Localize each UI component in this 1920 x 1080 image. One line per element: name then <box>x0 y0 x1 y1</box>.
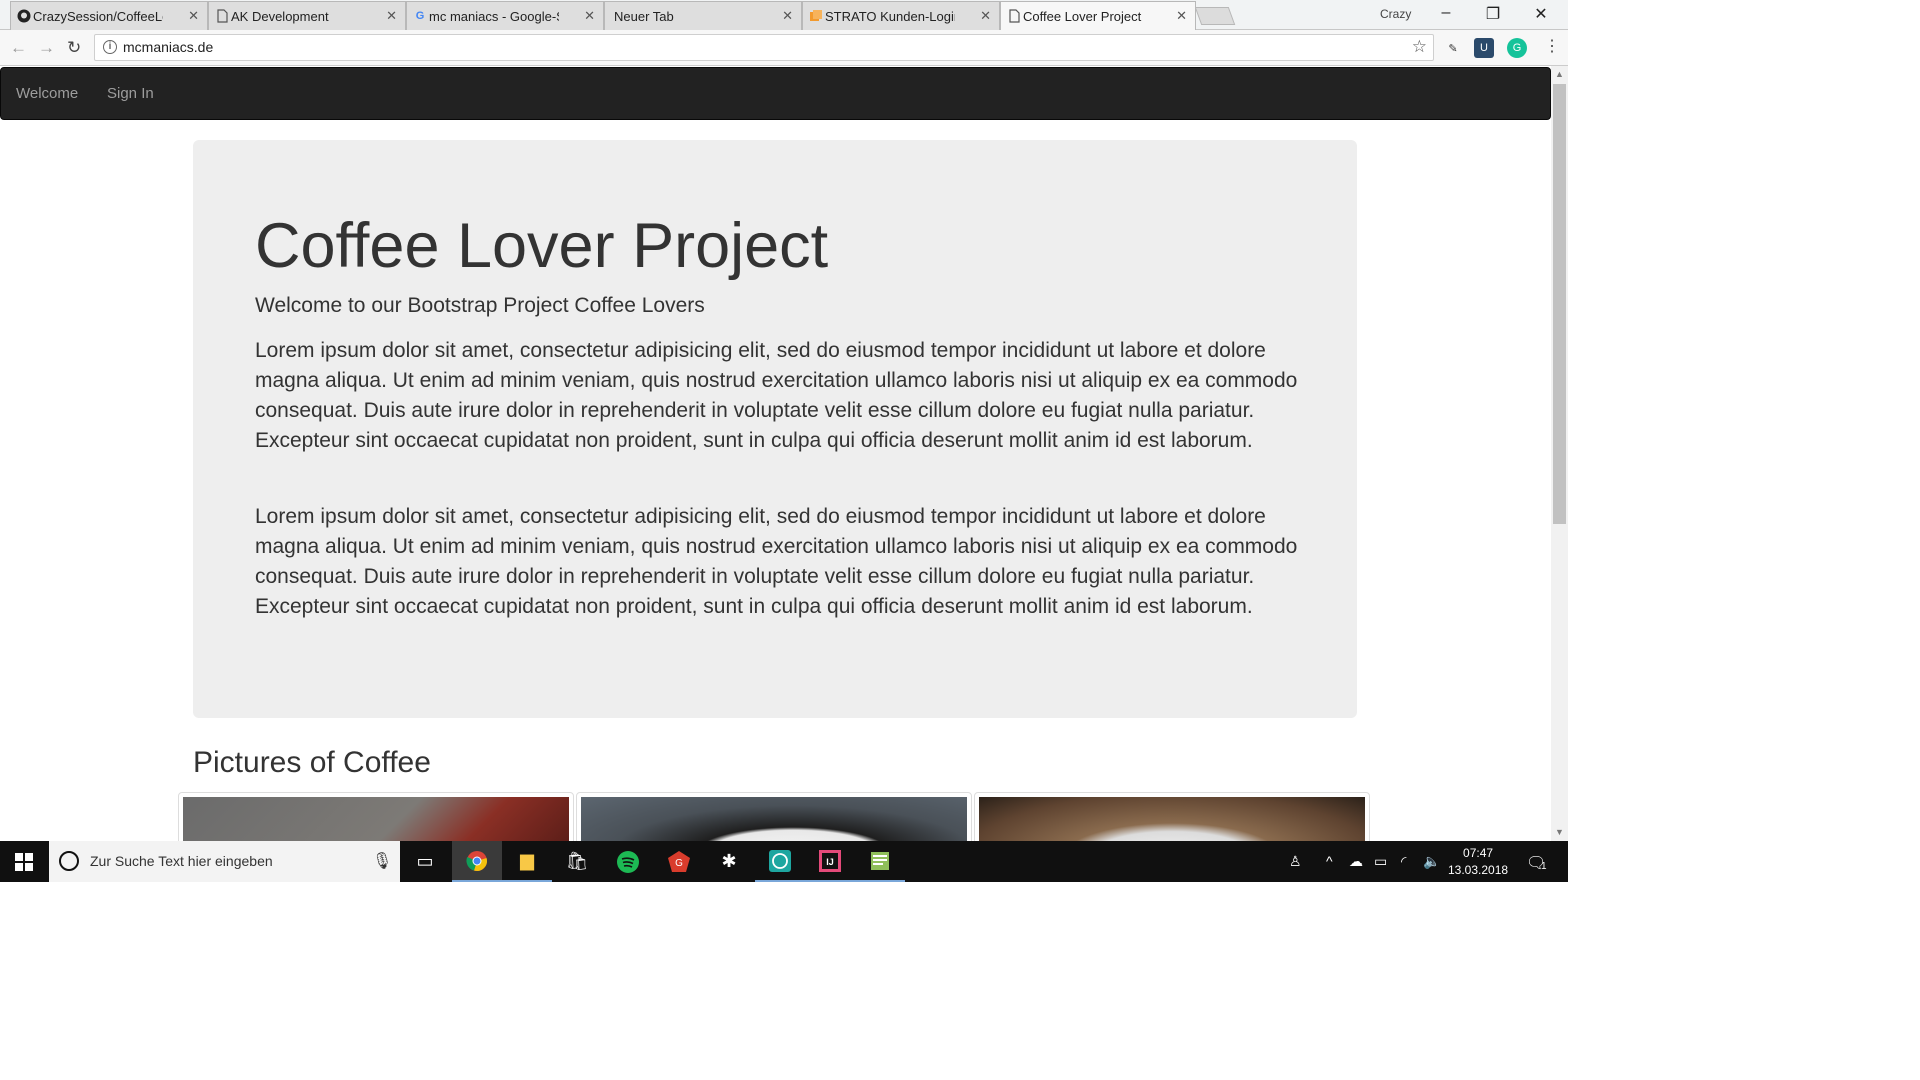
tab-label: STRATO Kunden-Login <box>825 8 955 24</box>
coffee-picture-2[interactable] <box>576 792 972 841</box>
coffee-image <box>581 797 967 841</box>
google-icon: G <box>415 10 425 22</box>
slack-icon[interactable]: ✱ <box>704 841 754 882</box>
close-icon[interactable]: ✕ <box>1176 8 1187 24</box>
microphone-icon[interactable]: 🎙 <box>372 851 392 871</box>
tab-github[interactable]: CrazySession/CoffeeLove ✕ <box>10 1 208 30</box>
clock-date: 13.03.2018 <box>1448 863 1509 877</box>
scrollbar-thumb[interactable] <box>1553 84 1566 524</box>
whatsapp-icon[interactable] <box>755 841 805 882</box>
scroll-down-arrow-icon[interactable]: ▼ <box>1555 827 1564 837</box>
reload-icon[interactable]: ↻ <box>67 38 81 58</box>
page-icon <box>1007 9 1021 23</box>
tab-label: Coffee Lover Project <box>1023 8 1142 24</box>
search-placeholder[interactable]: Zur Suche Text hier eingeben <box>90 853 273 869</box>
pictures-heading: Pictures of Coffee <box>193 746 431 779</box>
back-icon[interactable]: ← <box>10 38 27 58</box>
eyedropper-extension-icon[interactable]: ✎ <box>1443 38 1463 58</box>
store-icon[interactable]: 🛍 <box>552 841 602 882</box>
windows-logo-icon <box>15 852 33 871</box>
cortana-icon[interactable] <box>59 851 79 871</box>
page-title: Coffee Lover Project <box>255 211 829 281</box>
chrome-taskbar-icon[interactable] <box>452 841 502 882</box>
page-scrollbar[interactable]: ▲ ▼ <box>1551 66 1568 841</box>
close-icon[interactable]: ✕ <box>188 8 199 24</box>
intellij-icon[interactable]: IJ <box>805 841 855 882</box>
file-explorer-icon[interactable]: ▆ <box>502 841 552 882</box>
tab-label: Neuer Tab <box>614 8 674 24</box>
info-icon[interactable]: i <box>103 40 117 54</box>
coffee-image <box>183 797 569 841</box>
tab-strato[interactable]: STRATO Kunden-Login ✕ <box>802 1 1000 30</box>
paragraph-1: Lorem ipsum dolor sit amet, consectetur … <box>255 339 1298 452</box>
bookmark-star-icon[interactable]: ☆ <box>1412 37 1427 57</box>
tab-google-search[interactable]: G mc maniacs - Google-Su ✕ <box>406 1 604 30</box>
close-icon[interactable]: ✕ <box>782 8 793 24</box>
address-bar[interactable]: i mcmaniacs.de ☆ <box>94 34 1434 61</box>
taskbar-clock[interactable]: 07:47 13.03.2018 <box>1448 845 1508 879</box>
tab-label: AK Development <box>231 8 329 24</box>
svg-text:G: G <box>675 858 683 869</box>
coffee-picture-1[interactable] <box>178 792 574 841</box>
restore-icon[interactable]: ❐ <box>1478 4 1508 24</box>
windows-taskbar: Zur Suche Text hier eingeben 🎙 ▭ ▆ 🛍 G ✱… <box>0 841 1568 882</box>
tab-neuer-tab[interactable]: Neuer Tab ✕ <box>604 1 802 30</box>
extension-icon[interactable]: U <box>1474 38 1494 58</box>
clock-time: 07:47 <box>1463 846 1494 860</box>
minimize-icon[interactable]: – <box>1431 4 1461 22</box>
chrome-menu-icon[interactable]: ⋮ <box>1544 36 1560 56</box>
task-view-icon[interactable]: ▭ <box>400 841 450 882</box>
profile-name[interactable]: Crazy <box>1380 7 1411 21</box>
tab-coffee-lover[interactable]: Coffee Lover Project ✕ <box>1000 1 1196 30</box>
close-icon[interactable]: ✕ <box>980 8 991 24</box>
nav-sign-in-link[interactable]: Sign In <box>107 85 154 102</box>
mail-app-icon[interactable]: G <box>654 841 704 882</box>
close-icon[interactable]: ✕ <box>584 8 595 24</box>
svg-text:IJ: IJ <box>826 857 834 867</box>
taskbar-search-box[interactable]: Zur Suche Text hier eingeben 🎙 <box>49 841 400 882</box>
scroll-up-arrow-icon[interactable]: ▲ <box>1555 69 1564 79</box>
strato-icon <box>809 9 823 23</box>
github-icon <box>17 9 31 23</box>
site-navbar: Welcome Sign In <box>0 67 1551 120</box>
coffee-picture-3[interactable] <box>974 792 1370 841</box>
tab-label: mc maniacs - Google-Su <box>429 8 559 24</box>
wifi-icon[interactable]: ◜ <box>1401 853 1406 870</box>
page-icon <box>215 9 229 23</box>
new-tab-button[interactable] <box>1194 7 1236 25</box>
onedrive-cloud-icon[interactable]: ☁ <box>1349 853 1363 870</box>
notepad-icon[interactable] <box>855 841 905 882</box>
grammarly-icon[interactable]: G <box>1507 38 1527 58</box>
web-page: Welcome Sign In Coffee Lover Project Wel… <box>0 66 1551 841</box>
jumbotron: Coffee Lover Project Welcome to our Boot… <box>193 140 1357 718</box>
nav-welcome-link[interactable]: Welcome <box>16 85 78 102</box>
paragraph-2: Lorem ipsum dolor sit amet, consectetur … <box>255 505 1298 618</box>
forward-icon[interactable]: → <box>38 38 55 58</box>
coffee-image <box>979 797 1365 841</box>
browser-toolbar: ← → ↻ i mcmaniacs.de ☆ ✎ U G ⋮ <box>0 30 1568 66</box>
window-close-icon[interactable]: ✕ <box>1526 4 1556 24</box>
notification-count: 1 <box>1541 861 1547 872</box>
people-icon[interactable]: ♙ <box>1289 853 1302 870</box>
url-text[interactable]: mcmaniacs.de <box>123 39 213 55</box>
tab-ak-development[interactable]: AK Development ✕ <box>208 1 406 30</box>
start-button[interactable] <box>0 841 48 882</box>
spotify-icon[interactable] <box>603 841 653 882</box>
volume-icon[interactable]: 🔈 <box>1423 853 1440 870</box>
battery-icon[interactable]: ▭ <box>1374 853 1387 870</box>
tab-strip: CrazySession/CoffeeLove ✕ AK Development… <box>0 0 1568 30</box>
tab-label: CrazySession/CoffeeLove <box>33 8 163 24</box>
lead-text: Welcome to our Bootstrap Project Coffee … <box>255 294 705 317</box>
show-hidden-icons-chevron-icon[interactable]: ^ <box>1326 853 1333 869</box>
close-icon[interactable]: ✕ <box>386 8 397 24</box>
